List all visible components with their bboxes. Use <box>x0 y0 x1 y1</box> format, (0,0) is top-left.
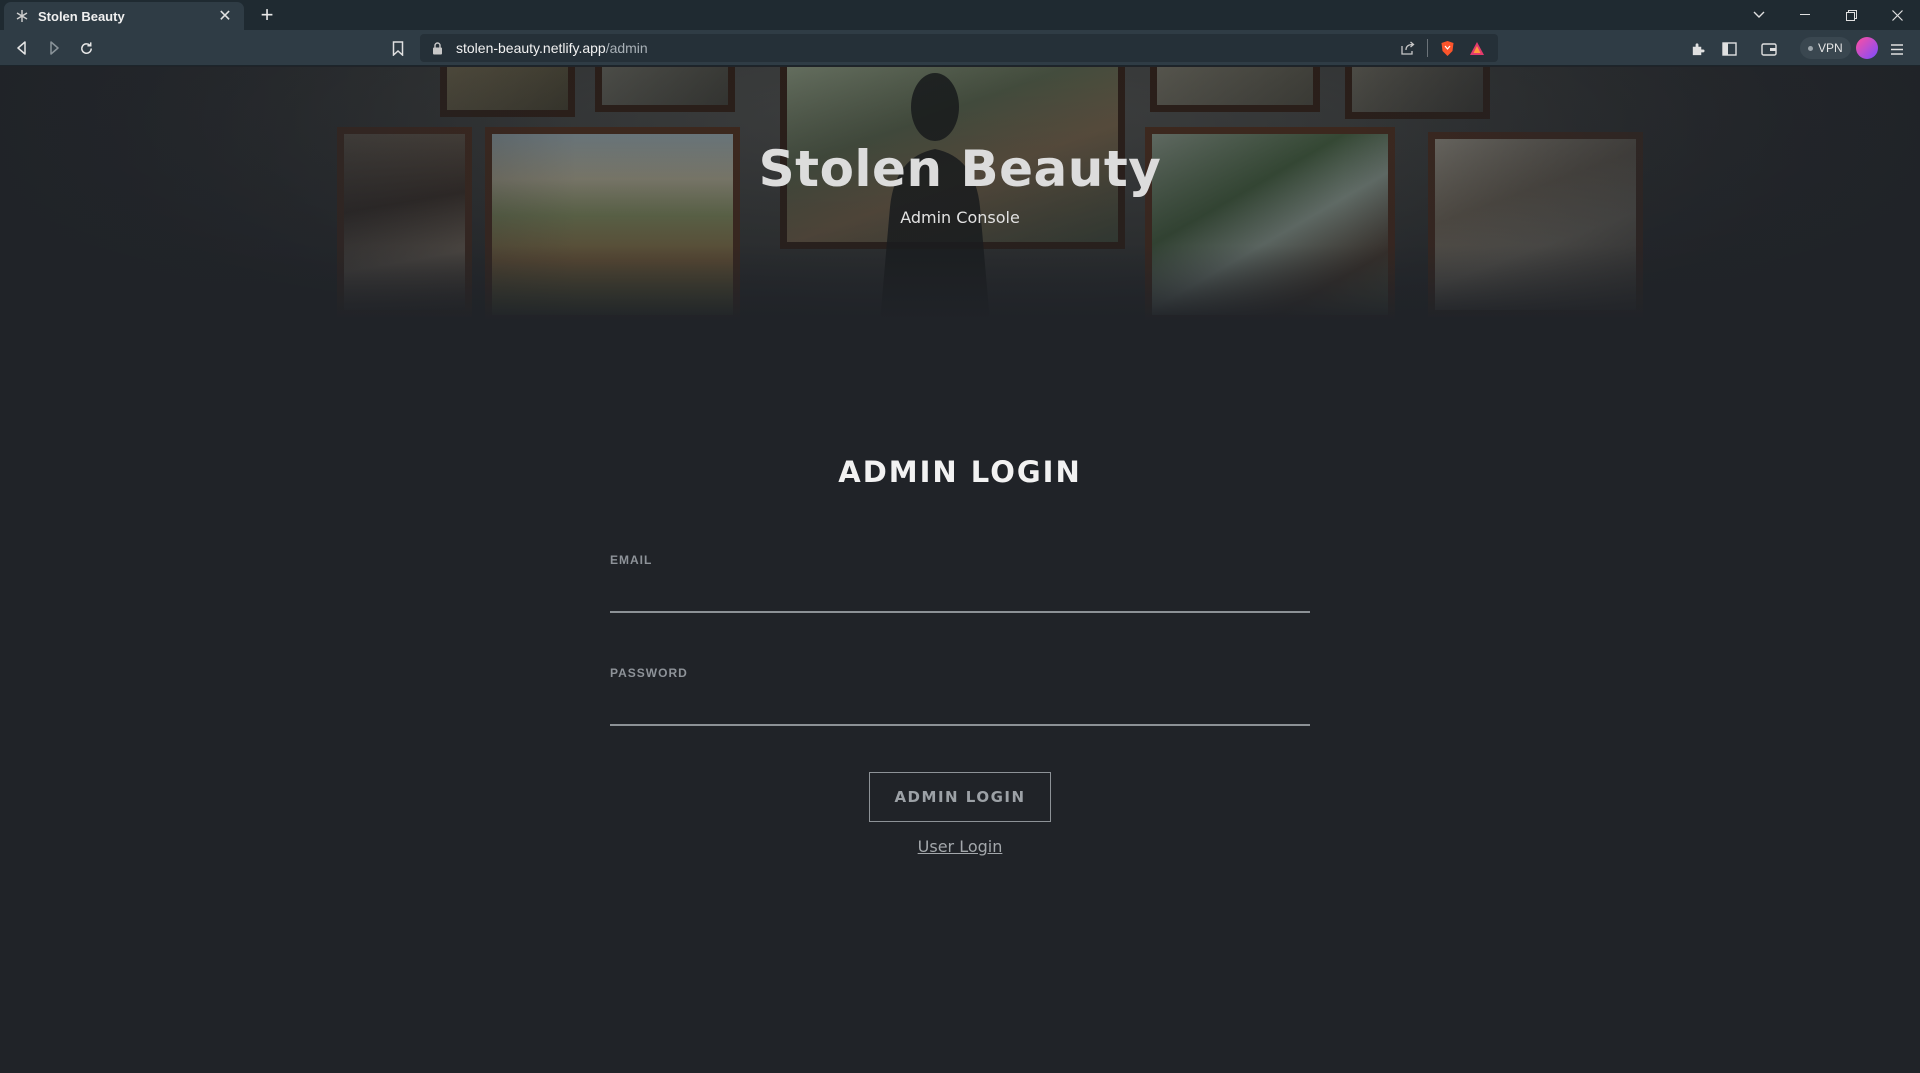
password-field-group: PASSWORD <box>610 666 1310 726</box>
close-tab-icon[interactable]: ✕ <box>216 7 234 25</box>
menu-icon[interactable] <box>1886 38 1908 60</box>
brave-rewards-icon[interactable] <box>1468 39 1486 57</box>
browser-tabbar: Stolen Beauty ✕ + <box>0 0 1920 30</box>
new-tab-button[interactable]: + <box>256 2 278 27</box>
password-label: PASSWORD <box>610 666 688 680</box>
brave-shield-icon[interactable] <box>1438 39 1456 57</box>
browser-toolbar: stolen-beauty.netlify.app/admin VPN <box>0 30 1920 66</box>
bookmark-button[interactable] <box>388 38 408 58</box>
site-title: Stolen Beauty <box>758 140 1162 198</box>
address-bar[interactable]: stolen-beauty.netlify.app/admin <box>420 34 1498 62</box>
url-host: stolen-beauty.netlify.app <box>456 40 606 56</box>
site-subtitle: Admin Console <box>900 208 1020 227</box>
reload-button[interactable] <box>74 37 98 59</box>
forward-icon <box>50 41 59 55</box>
sidebar-icon[interactable] <box>1718 38 1740 60</box>
admin-login-button[interactable]: ADMIN LOGIN <box>869 772 1051 822</box>
tab-search-icon[interactable] <box>1736 0 1782 30</box>
bookmark-icon <box>392 40 404 56</box>
vpn-label: VPN <box>1818 41 1843 55</box>
url-path: /admin <box>605 40 648 56</box>
reload-icon <box>80 41 92 54</box>
lock-icon[interactable] <box>432 41 446 55</box>
password-input[interactable] <box>610 686 1310 726</box>
share-icon[interactable] <box>1399 39 1417 57</box>
close-window-button[interactable] <box>1874 0 1920 30</box>
tab-title: Stolen Beauty <box>38 8 125 24</box>
profile-avatar[interactable] <box>1856 37 1878 59</box>
forward-button[interactable] <box>42 37 66 59</box>
back-icon <box>17 41 26 55</box>
browser-tab[interactable]: Stolen Beauty ✕ <box>4 2 244 30</box>
restore-window-button[interactable] <box>1828 0 1874 30</box>
user-login-link[interactable]: User Login <box>918 837 1003 856</box>
minimize-window-button[interactable] <box>1782 0 1828 30</box>
user-login-container: User Login <box>0 837 1920 857</box>
site-favicon-icon <box>14 8 30 24</box>
vpn-status-icon <box>1808 45 1813 51</box>
login-heading: ADMIN LOGIN <box>838 455 1082 489</box>
back-button[interactable] <box>10 37 34 59</box>
vpn-button[interactable]: VPN <box>1800 37 1851 59</box>
email-input[interactable] <box>610 573 1310 613</box>
email-field-group: EMAIL <box>610 553 1310 613</box>
extensions-icon[interactable] <box>1686 38 1708 60</box>
email-label: EMAIL <box>610 553 653 567</box>
wallet-icon[interactable] <box>1758 38 1780 60</box>
page-content: Stolen Beauty Admin Console ADMIN LOGIN … <box>0 67 1920 1073</box>
